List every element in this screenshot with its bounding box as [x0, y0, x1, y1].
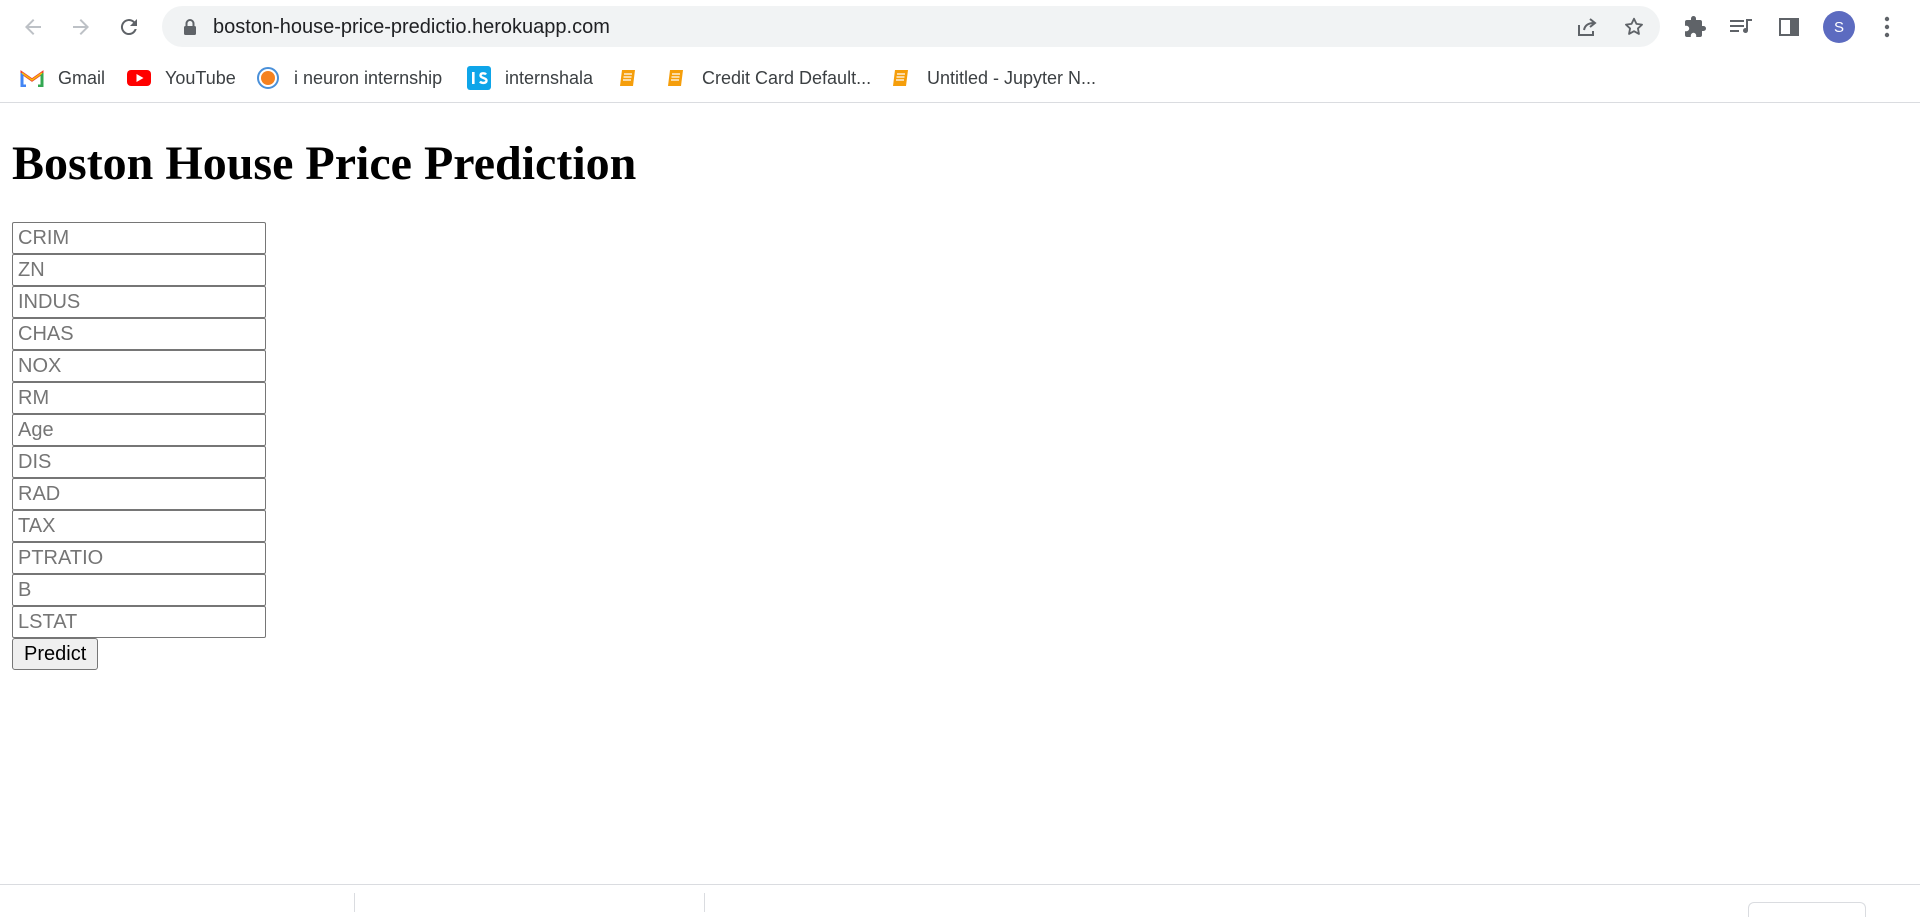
bookmark-label: Untitled - Jupyter N...: [927, 67, 1097, 88]
url-text[interactable]: boston-house-price-predictio.herokuapp.c…: [213, 16, 610, 39]
ptratio-input[interactable]: [12, 542, 266, 574]
nox-input[interactable]: [12, 350, 266, 382]
share-icon[interactable]: [1575, 15, 1599, 39]
bottom-divider: [354, 893, 355, 912]
notebook-icon: [616, 66, 640, 90]
back-arrow-icon: [25, 19, 41, 35]
bottom-strip: [0, 884, 1920, 917]
back-button[interactable]: [18, 12, 48, 42]
zn-input[interactable]: [12, 254, 266, 286]
lstat-input[interactable]: [12, 606, 266, 638]
chas-input[interactable]: [12, 318, 266, 350]
bookmark-label: Credit Card Default...: [702, 67, 872, 88]
media-queue-icon[interactable]: [1728, 13, 1756, 41]
crim-input[interactable]: [12, 222, 266, 254]
tax-input[interactable]: [12, 510, 266, 542]
b-input[interactable]: [12, 574, 266, 606]
notebook-icon: [664, 66, 688, 90]
gmail-icon: [20, 66, 44, 90]
profile-avatar[interactable]: S: [1823, 11, 1855, 43]
bookmark-jupyter[interactable]: Untitled - Jupyter N...: [889, 64, 1096, 92]
predict-button[interactable]: Predict: [12, 638, 99, 670]
extensions-icon[interactable]: [1681, 13, 1709, 41]
address-bar[interactable]: boston-house-price-predictio.herokuapp.c…: [162, 6, 1660, 47]
bookmark-notebook[interactable]: [616, 64, 654, 92]
rad-input[interactable]: [12, 478, 266, 510]
reload-icon: [120, 19, 137, 36]
forward-button[interactable]: [66, 12, 96, 42]
browser-toolbar: boston-house-price-predictio.herokuapp.c…: [0, 0, 1920, 54]
rm-input[interactable]: [12, 382, 266, 414]
bookmarks-bar: Gmail YouTube i neuron internship intern…: [0, 54, 1920, 103]
bookmark-ineuron[interactable]: i neuron internship: [256, 64, 442, 92]
bookmark-credit-card[interactable]: Credit Card Default...: [664, 64, 871, 92]
youtube-icon: [127, 66, 151, 90]
more-menu-icon[interactable]: [1873, 13, 1901, 41]
profile-initial: S: [1833, 18, 1844, 36]
bookmark-star-icon[interactable]: [1622, 15, 1646, 39]
bookmark-youtube[interactable]: YouTube: [127, 64, 236, 92]
bottom-panel-tab[interactable]: [1748, 902, 1866, 917]
ineuron-icon: [256, 66, 280, 90]
reload-button[interactable]: [114, 12, 144, 42]
prediction-form: Predict: [12, 222, 266, 670]
bookmark-label: internshala: [505, 67, 594, 88]
page-title: Boston House Price Prediction: [12, 137, 637, 190]
age-input[interactable]: [12, 414, 266, 446]
notebook-icon: [889, 66, 913, 90]
lock-icon[interactable]: [178, 15, 202, 39]
bookmark-label: i neuron internship: [294, 67, 443, 88]
bottom-divider: [704, 893, 705, 912]
dis-input[interactable]: [12, 446, 266, 478]
internshala-icon: [467, 66, 491, 90]
side-panel-icon[interactable]: [1775, 13, 1803, 41]
bookmark-label: YouTube: [165, 67, 236, 88]
bookmark-gmail[interactable]: Gmail: [20, 64, 105, 92]
bookmark-label: Gmail: [58, 67, 106, 88]
indus-input[interactable]: [12, 286, 266, 318]
bookmark-internshala[interactable]: internshala: [467, 64, 593, 92]
forward-arrow-icon: [73, 19, 89, 35]
